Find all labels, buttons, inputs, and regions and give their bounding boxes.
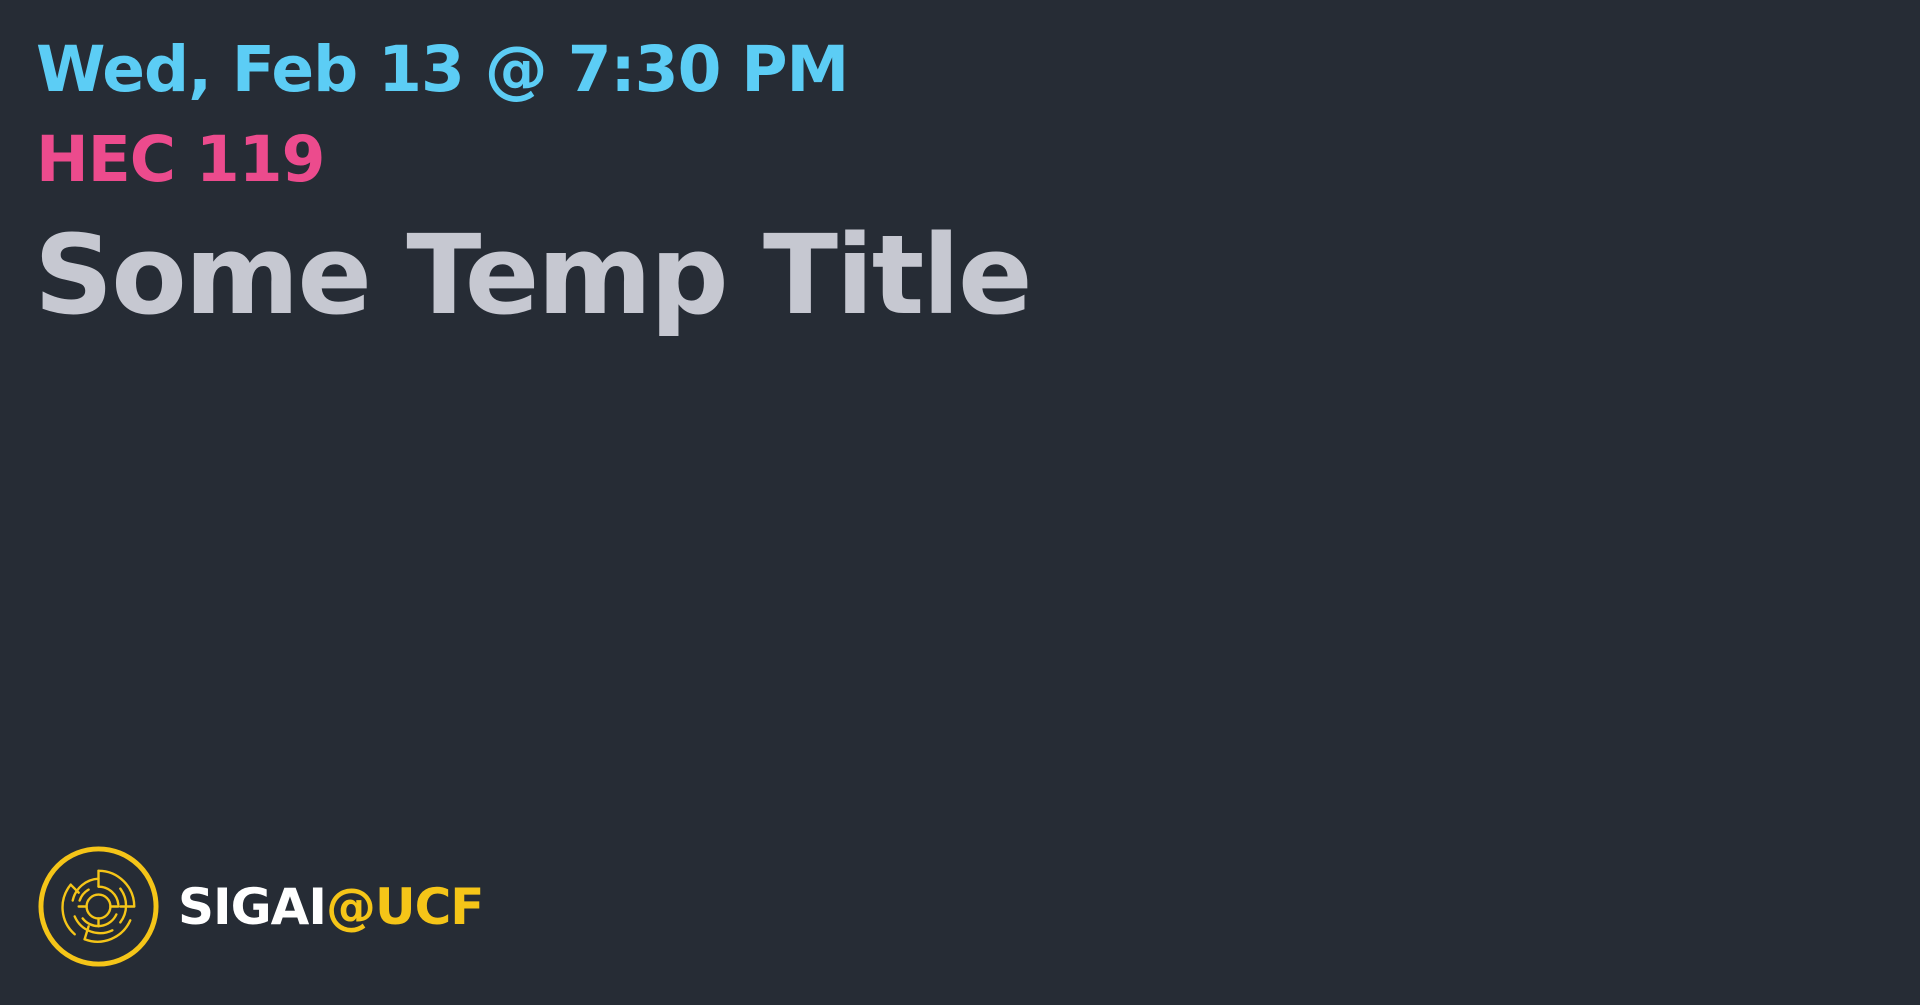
brand-name-sigai: SIGAI — [178, 877, 327, 936]
event-location: HEC 119 — [36, 123, 325, 196]
brand-name: SIGAI@UCF — [178, 877, 484, 937]
brand-name-ucf: @UCF — [325, 877, 484, 936]
brand-lockup: SIGAI@UCF — [35, 843, 484, 970]
sigai-circuit-maze-logo-icon — [38, 846, 159, 967]
event-datetime: Wed, Feb 13 @ 7:30 PM — [36, 33, 849, 106]
event-title: Some Temp Title — [34, 211, 1033, 339]
